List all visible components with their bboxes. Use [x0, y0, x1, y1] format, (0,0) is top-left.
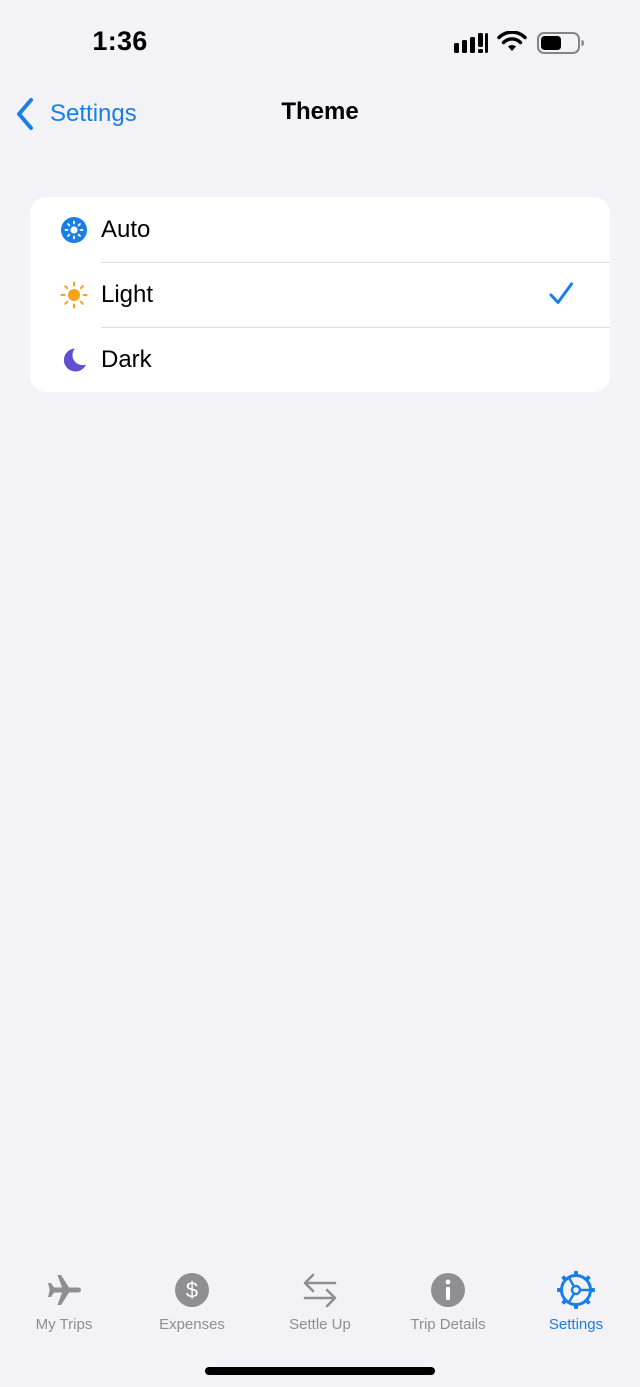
tab-expenses[interactable]: $ Expenses — [128, 1270, 256, 1340]
cellular-signal-icon — [454, 33, 488, 53]
sun-icon — [60, 281, 88, 309]
status-bar: 1:36 — [0, 0, 640, 86]
theme-option-auto[interactable]: Auto — [30, 197, 610, 262]
moon-icon — [63, 348, 86, 372]
home-indicator[interactable] — [205, 1367, 435, 1375]
tab-trip-details[interactable]: Trip Details — [384, 1270, 512, 1340]
theme-option-label: Dark — [101, 345, 152, 373]
tab-label: Expenses — [159, 1316, 225, 1333]
tab-settle-up[interactable]: Settle Up — [256, 1270, 384, 1340]
tab-settings[interactable]: Settings — [512, 1270, 640, 1340]
theme-option-light[interactable]: Light — [30, 262, 610, 327]
theme-option-label: Light — [101, 280, 154, 308]
gear-icon — [557, 1271, 595, 1309]
svg-text:$: $ — [186, 1278, 198, 1303]
dollar-circle-icon: $ — [175, 1273, 209, 1307]
checkmark-icon — [549, 282, 573, 304]
navigation-bar: Settings Theme — [0, 86, 640, 142]
tab-label: Settle Up — [289, 1316, 351, 1333]
theme-option-dark[interactable]: Dark — [30, 327, 610, 392]
airplane-icon — [48, 1275, 81, 1305]
tab-label: Trip Details — [410, 1316, 486, 1333]
theme-option-label: Auto — [101, 215, 151, 243]
page-title: Theme — [281, 98, 359, 125]
theme-options-list: Auto Light Dark — [30, 197, 610, 392]
auto-brightness-icon — [61, 217, 87, 243]
tab-label: Settings — [548, 1316, 604, 1333]
info-circle-icon — [431, 1273, 465, 1307]
tab-label: My Trips — [35, 1316, 93, 1333]
status-time: 1:36 — [92, 26, 148, 56]
wifi-icon — [497, 31, 527, 51]
tab-my-trips[interactable]: My Trips — [0, 1270, 128, 1340]
battery-icon — [537, 32, 584, 54]
arrows-swap-icon — [303, 1273, 337, 1308]
